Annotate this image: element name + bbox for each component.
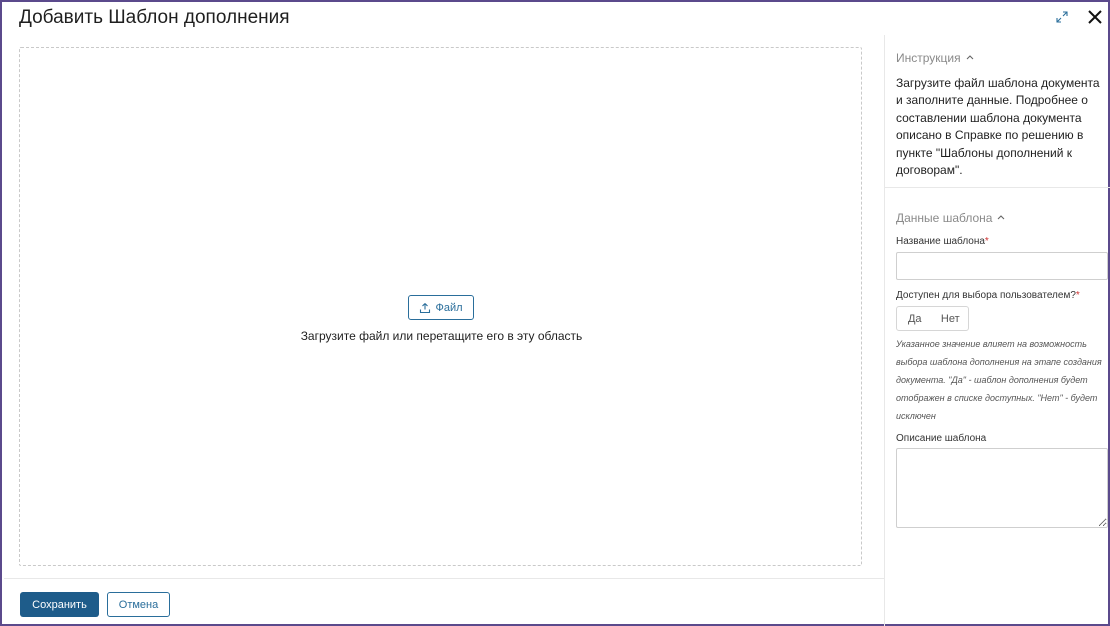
dialog-title: Добавить Шаблон дополнения <box>19 7 290 28</box>
template-name-input[interactable] <box>896 252 1108 280</box>
sidebar-divider <box>884 35 885 626</box>
file-upload-button[interactable]: Файл <box>408 295 474 320</box>
instruction-header-label: Инструкция <box>896 51 961 65</box>
required-mark: * <box>1075 290 1080 301</box>
save-button[interactable]: Сохранить <box>20 592 99 617</box>
template-name-label: Название шаблона* <box>896 236 989 247</box>
description-label: Описание шаблона <box>896 433 987 444</box>
available-option-yes[interactable]: Да <box>897 307 933 330</box>
sidebar-section-divider <box>885 187 1110 188</box>
template-data-header-label: Данные шаблона <box>896 211 993 225</box>
description-textarea[interactable] <box>896 448 1108 528</box>
add-template-dialog: Добавить Шаблон дополнения Файл Загрузит… <box>0 0 1110 626</box>
file-dropzone[interactable]: Файл Загрузите файл или перетащите его в… <box>19 47 862 566</box>
footer-divider <box>4 578 884 579</box>
dropzone-hint: Загрузите файл или перетащите его в эту … <box>300 329 583 343</box>
template-data-section-header[interactable]: Данные шаблона <box>896 211 1005 225</box>
expand-icon[interactable] <box>1055 10 1069 24</box>
chevron-up-icon <box>966 52 974 62</box>
file-upload-label: Файл <box>435 301 463 314</box>
upload-icon <box>419 302 431 314</box>
available-hint: Указанное значение влияет на возможность… <box>896 339 1102 421</box>
chevron-up-icon <box>997 212 1005 222</box>
required-mark: * <box>984 236 989 247</box>
instruction-text: Загрузите файл шаблона документа и запол… <box>896 76 1100 178</box>
instruction-section-header[interactable]: Инструкция <box>896 51 974 65</box>
close-icon[interactable] <box>1087 9 1103 25</box>
available-for-user-label: Доступен для выбора пользователем?* <box>896 290 1080 301</box>
cancel-button[interactable]: Отмена <box>107 592 170 617</box>
available-toggle: Да Нет <box>896 306 969 331</box>
available-option-no[interactable]: Нет <box>933 307 969 330</box>
